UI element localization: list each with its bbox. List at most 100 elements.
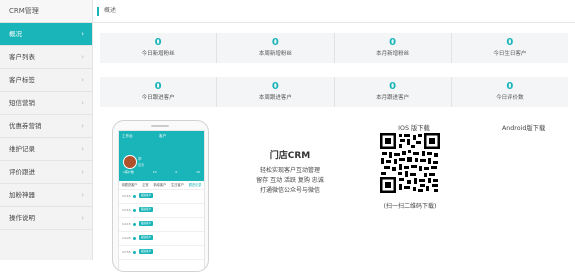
status-dot: [133, 209, 136, 212]
stat-week-new-fans: 0 本周新增粉丝: [217, 33, 335, 63]
phone-tabs: 待跟进客户 正常 新增客户 生日客户 跟进记录: [119, 181, 204, 190]
chevron-right-icon: ›: [81, 76, 84, 84]
stat-today-new-fans: 0 今日新增粉丝: [100, 33, 218, 63]
stat-value: 0: [154, 37, 162, 48]
phone-row-time: 14:25: [122, 236, 131, 240]
stat-month-new-fans: 0 本月新增粉丝: [335, 33, 452, 63]
sidebar-item-customer-tags[interactable]: 客户标签 ›: [0, 69, 92, 92]
sidebar-item-label: 评价跟进: [9, 168, 35, 176]
stat-label: 今日评价数: [496, 95, 524, 101]
stats-row-followups: 0 今日跟进客户 0 本周跟进客户 0 本月跟进客户 0 今日评价数: [100, 77, 568, 107]
phone-list-item: 13:15 跟进客户: [119, 204, 204, 218]
sidebar-brand: CRM管理: [0, 0, 92, 23]
stat-label: 今日跟进客户: [141, 95, 175, 101]
phone-row-pill: 跟进客户: [139, 207, 153, 212]
status-dot: [133, 237, 136, 240]
sidebar-item-label: 维护记录: [9, 145, 35, 153]
stat-value: 0: [271, 37, 279, 48]
sidebar: CRM管理 概况 › 客户列表 › 客户标签 › 短信营销 › 优惠券营销 › …: [0, 0, 93, 260]
phone-header-center: 客户: [159, 134, 167, 138]
stat-value: 0: [506, 37, 514, 48]
stat-today-birthday-customers: 0 今日生日客户: [452, 33, 568, 63]
stat-value: 0: [389, 81, 397, 92]
promo-block: 门店CRM 轻松实现客户互动管理 留存 互动 活跃 复购 忠诚 打通微信公众号与…: [235, 148, 345, 196]
promo-title: 门店CRM: [269, 151, 311, 161]
status-dot: [133, 195, 136, 198]
chevron-right-icon: ›: [81, 99, 84, 107]
phone-row-pill: 跟进客户: [139, 235, 153, 240]
phone-row-time: 13:15: [122, 208, 131, 212]
promo-line: 留存 互动 活跃 复购 忠诚: [256, 177, 324, 184]
sidebar-item-label: 客户标签: [9, 76, 35, 84]
stat-value: 0: [506, 81, 514, 92]
phone-row-time: 14:15: [122, 222, 131, 226]
sidebar-item-instructions[interactable]: 操作说明 ›: [0, 207, 92, 230]
stat-label: 今日新增粉丝: [141, 51, 175, 57]
phone-earpiece: [151, 125, 169, 127]
phone-screen-header: 工作台 客户: [119, 131, 204, 155]
sidebar-item-label: 短信营销: [9, 99, 35, 107]
sidebar-item-customer-list[interactable]: 客户列表 ›: [0, 46, 92, 69]
promo-line: 打通微信公众号与微信: [259, 187, 320, 194]
phone-header-left: 工作台: [122, 134, 133, 138]
breadcrumb: 概述: [104, 7, 117, 14]
phone-list-item: 13:55 跟进客户: [119, 246, 204, 260]
phone-mockup: 工作台 客户 华 店长 1客户数 10 0 10 待跟进客户 正常 新增客户 生…: [112, 120, 209, 272]
stat-value: 0: [154, 81, 162, 92]
phone-stat: 10: [152, 170, 157, 174]
sidebar-item-label: 优惠券营销: [9, 122, 42, 130]
android-download-link[interactable]: Android版下载: [502, 123, 545, 132]
phone-screen: 工作台 客户 华 店长 1客户数 10 0 10 待跟进客户 正常 新增客户 生…: [118, 130, 205, 271]
sidebar-item-sms-marketing[interactable]: 短信营销 ›: [0, 92, 92, 115]
breadcrumb-marker: [97, 7, 99, 16]
chevron-right-icon: ›: [81, 214, 84, 222]
chevron-right-icon: ›: [81, 145, 84, 153]
sidebar-item-coupon-marketing[interactable]: 优惠券营销 ›: [0, 115, 92, 138]
chevron-right-icon: ›: [81, 122, 84, 130]
sidebar-item-review-followup[interactable]: 评价跟进 ›: [0, 161, 92, 184]
phone-profile-sub: 店长: [138, 163, 145, 167]
stat-today-reviews: 0 今日评价数: [452, 77, 568, 107]
qr-caption: (扫一扫二维码下载): [383, 203, 437, 210]
phone-list-item: 13:15 跟进客户: [119, 190, 204, 204]
phone-row-pill: 跟进客户: [139, 193, 153, 198]
chevron-right-icon: ›: [81, 53, 84, 61]
ios-download-link[interactable]: IOS 版下载: [381, 123, 447, 132]
stat-today-followups: 0 今日跟进客户: [100, 77, 218, 107]
stat-label: 本周新增粉丝: [258, 51, 292, 57]
breadcrumb-bar: 概述: [93, 0, 575, 23]
sidebar-item-label: 加粉神器: [9, 191, 35, 199]
sidebar-item-fan-booster[interactable]: 加粉神器 ›: [0, 184, 92, 207]
stat-label: 今日生日客户: [493, 51, 527, 57]
stat-label: 本月新增粉丝: [376, 51, 410, 57]
status-dot: [133, 251, 136, 254]
stat-label: 本月跟进客户: [376, 95, 410, 101]
phone-stat: 1客户数: [123, 170, 134, 174]
stats-row-fans: 0 今日新增粉丝 0 本周新增粉丝 0 本月新增粉丝 0 今日生日客户: [100, 33, 568, 63]
phone-tab: 新增客户: [153, 183, 167, 187]
chevron-right-icon: ›: [81, 168, 84, 176]
phone-stat: 10: [196, 170, 200, 174]
sidebar-item-overview[interactable]: 概况 ›: [0, 23, 92, 46]
chevron-right-icon: ›: [81, 30, 84, 38]
sidebar-item-maintenance-records[interactable]: 维护记录 ›: [0, 138, 92, 161]
phone-tab: 正常: [142, 183, 149, 187]
sidebar-item-label: 概况: [9, 30, 22, 38]
stat-value: 0: [271, 81, 279, 92]
phone-row-time: 13:15: [122, 194, 131, 198]
stat-label: 本周跟进客户: [258, 95, 292, 101]
phone-tab: 生日客户: [171, 183, 184, 187]
sidebar-item-label: 客户列表: [9, 53, 35, 61]
phone-stat: 0: [175, 170, 178, 174]
promo-line: 轻松实现客户互动管理: [259, 167, 320, 174]
phone-list-item: 14:15 跟进客户: [119, 218, 204, 232]
phone-tab: 跟进记录: [188, 183, 202, 187]
stat-month-followups: 0 本月跟进客户: [335, 77, 452, 107]
phone-row-time: 13:55: [122, 250, 131, 254]
phone-row-pill: 跟进客户: [139, 249, 153, 254]
qr-code-icon: [380, 133, 440, 193]
stat-week-followups: 0 本周跟进客户: [217, 77, 335, 107]
phone-row-pill: 跟进客户: [139, 221, 153, 226]
status-dot: [133, 223, 136, 226]
phone-profile-stats: 1客户数 10 0 10: [123, 170, 200, 174]
